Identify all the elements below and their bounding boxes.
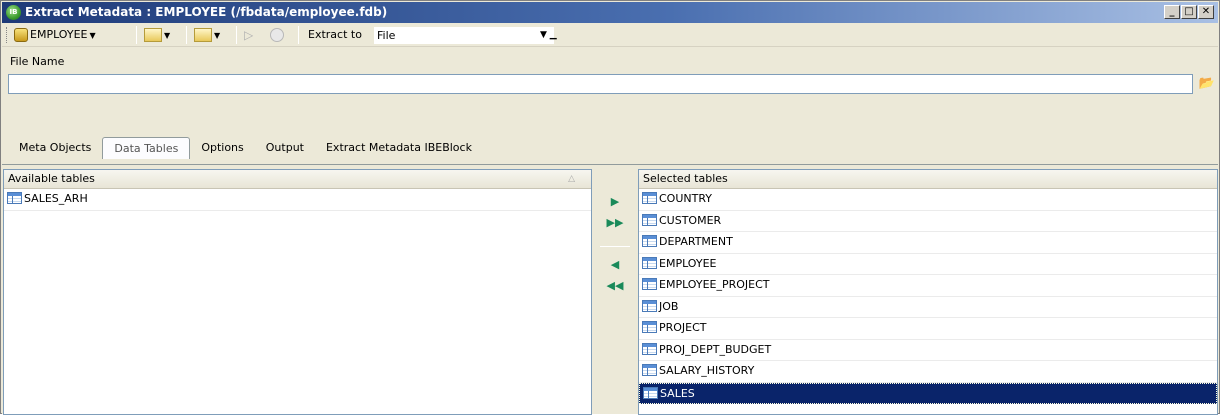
- available-tables-list[interactable]: Available tables △ SALES_ARH: [3, 169, 592, 415]
- available-tables-header[interactable]: Available tables △: [4, 170, 591, 189]
- list-item[interactable]: EMPLOYEE: [639, 254, 1217, 275]
- table-name: PROJ_DEPT_BUDGET: [659, 342, 772, 356]
- toolbar-separator: [298, 26, 299, 44]
- data-tables-panel: Available tables △ SALES_ARH ▶ ▶▶ ◀ ◀◀ S…: [2, 164, 1218, 415]
- table-name: EMPLOYEE: [659, 256, 717, 270]
- table-icon: [642, 278, 657, 290]
- sort-ascending-icon: △: [568, 174, 575, 184]
- database-label: EMPLOYEE: [30, 28, 88, 41]
- tab-output[interactable]: Output: [255, 137, 315, 159]
- table-name: SALARY_HISTORY: [659, 364, 755, 377]
- remove-all-button[interactable]: ◀◀: [606, 278, 624, 294]
- table-name: SALES_ARH: [24, 192, 88, 205]
- maximize-button[interactable]: □: [1181, 5, 1197, 19]
- file-name-input[interactable]: [8, 74, 1193, 94]
- add-selected-button[interactable]: ▶: [606, 194, 624, 210]
- chevron-down-icon: ▼: [164, 31, 171, 40]
- table-icon: [7, 192, 22, 204]
- open-folder-icon[interactable]: 📂: [1197, 74, 1217, 94]
- list-item[interactable]: SALES_ARH: [4, 189, 591, 211]
- toolbar-grip[interactable]: [6, 27, 9, 43]
- check-objects-dropdown[interactable]: ▼: [144, 26, 170, 44]
- list-item-selected[interactable]: SALES: [639, 382, 1217, 404]
- window-controls: _ □ ✕: [1164, 5, 1214, 19]
- divider: [600, 246, 630, 247]
- database-dropdown[interactable]: EMPLOYEE ▼: [14, 26, 96, 44]
- stop-icon: [270, 28, 284, 42]
- list-item[interactable]: SALARY_HISTORY: [639, 361, 1217, 383]
- extract-to-label: Extract to: [308, 28, 362, 41]
- table-icon: [642, 192, 657, 204]
- list-item[interactable]: JOB: [639, 297, 1217, 318]
- extract-to-select[interactable]: File: [374, 27, 554, 44]
- table-name: JOB: [659, 299, 679, 313]
- database-icon: [14, 28, 28, 42]
- toolbar: EMPLOYEE ▼ ▼ ▼ ▷ Extract to File ▼ ▁: [2, 23, 1218, 47]
- table-icon: [642, 364, 657, 376]
- file-name-label: File Name: [10, 55, 65, 68]
- list-item[interactable]: DEPARTMENT: [639, 232, 1217, 254]
- list-item[interactable]: PROJ_DEPT_BUDGET: [639, 340, 1217, 361]
- table-name: COUNTRY: [659, 192, 712, 205]
- app-logo-icon: IB: [6, 5, 21, 20]
- chevron-down-icon[interactable]: ▼ ▁: [540, 27, 557, 44]
- add-all-button[interactable]: ▶▶: [606, 215, 624, 231]
- tab-options[interactable]: Options: [190, 137, 254, 159]
- table-name: CUSTOMER: [659, 213, 722, 227]
- play-icon: ▷: [244, 28, 254, 42]
- table-name: EMPLOYEE_PROJECT: [659, 278, 770, 291]
- extract-metadata-window: IB Extract Metadata : EMPLOYEE (/fbdata/…: [0, 0, 1220, 415]
- selected-tables-header-label: Selected tables: [643, 172, 728, 185]
- window-title: Extract Metadata : EMPLOYEE (/fbdata/emp…: [25, 5, 388, 19]
- table-icon: [642, 256, 657, 269]
- remove-selected-button[interactable]: ◀: [606, 257, 624, 273]
- tab-bar: Meta Objects Data Tables Options Output …: [8, 137, 483, 161]
- table-icon: [642, 299, 657, 312]
- minimize-button[interactable]: _: [1164, 5, 1180, 19]
- check-objects-icon: [144, 28, 162, 42]
- toolbar-separator: [186, 26, 187, 44]
- close-button[interactable]: ✕: [1198, 5, 1214, 19]
- tab-data-tables[interactable]: Data Tables: [102, 137, 191, 159]
- table-icon: [642, 235, 657, 247]
- table-icon: [643, 386, 658, 399]
- start-button[interactable]: ▷: [244, 26, 253, 44]
- uncheck-objects-icon: [194, 28, 212, 42]
- list-item[interactable]: CUSTOMER: [639, 211, 1217, 232]
- table-name: SALES: [660, 386, 695, 400]
- tab-meta-objects[interactable]: Meta Objects: [8, 137, 102, 159]
- available-tables-header-label: Available tables: [8, 172, 95, 185]
- toolbar-separator: [236, 26, 237, 44]
- list-item[interactable]: EMPLOYEE_PROJECT: [639, 275, 1217, 297]
- transfer-buttons: ▶ ▶▶ ◀ ◀◀: [594, 169, 636, 415]
- list-item[interactable]: PROJECT: [639, 318, 1217, 340]
- table-name: PROJECT: [659, 321, 707, 334]
- chevron-down-icon: ▼: [89, 31, 96, 40]
- tab-extract-metadata-ibeblock[interactable]: Extract Metadata IBEBlock: [315, 137, 483, 159]
- stop-button[interactable]: [270, 26, 284, 44]
- selected-tables-header[interactable]: Selected tables: [639, 170, 1217, 189]
- selected-tables-list[interactable]: Selected tables COUNTRY CUSTOMER DEPARTM…: [638, 169, 1218, 415]
- table-icon: [642, 213, 657, 226]
- chevron-down-icon: ▼: [214, 31, 221, 40]
- table-name: DEPARTMENT: [659, 235, 733, 248]
- title-bar[interactable]: IB Extract Metadata : EMPLOYEE (/fbdata/…: [2, 2, 1218, 23]
- uncheck-objects-dropdown[interactable]: ▼: [194, 26, 220, 44]
- toolbar-separator: [136, 26, 137, 44]
- table-icon: [642, 342, 657, 355]
- table-icon: [642, 321, 657, 333]
- list-item[interactable]: COUNTRY: [639, 189, 1217, 211]
